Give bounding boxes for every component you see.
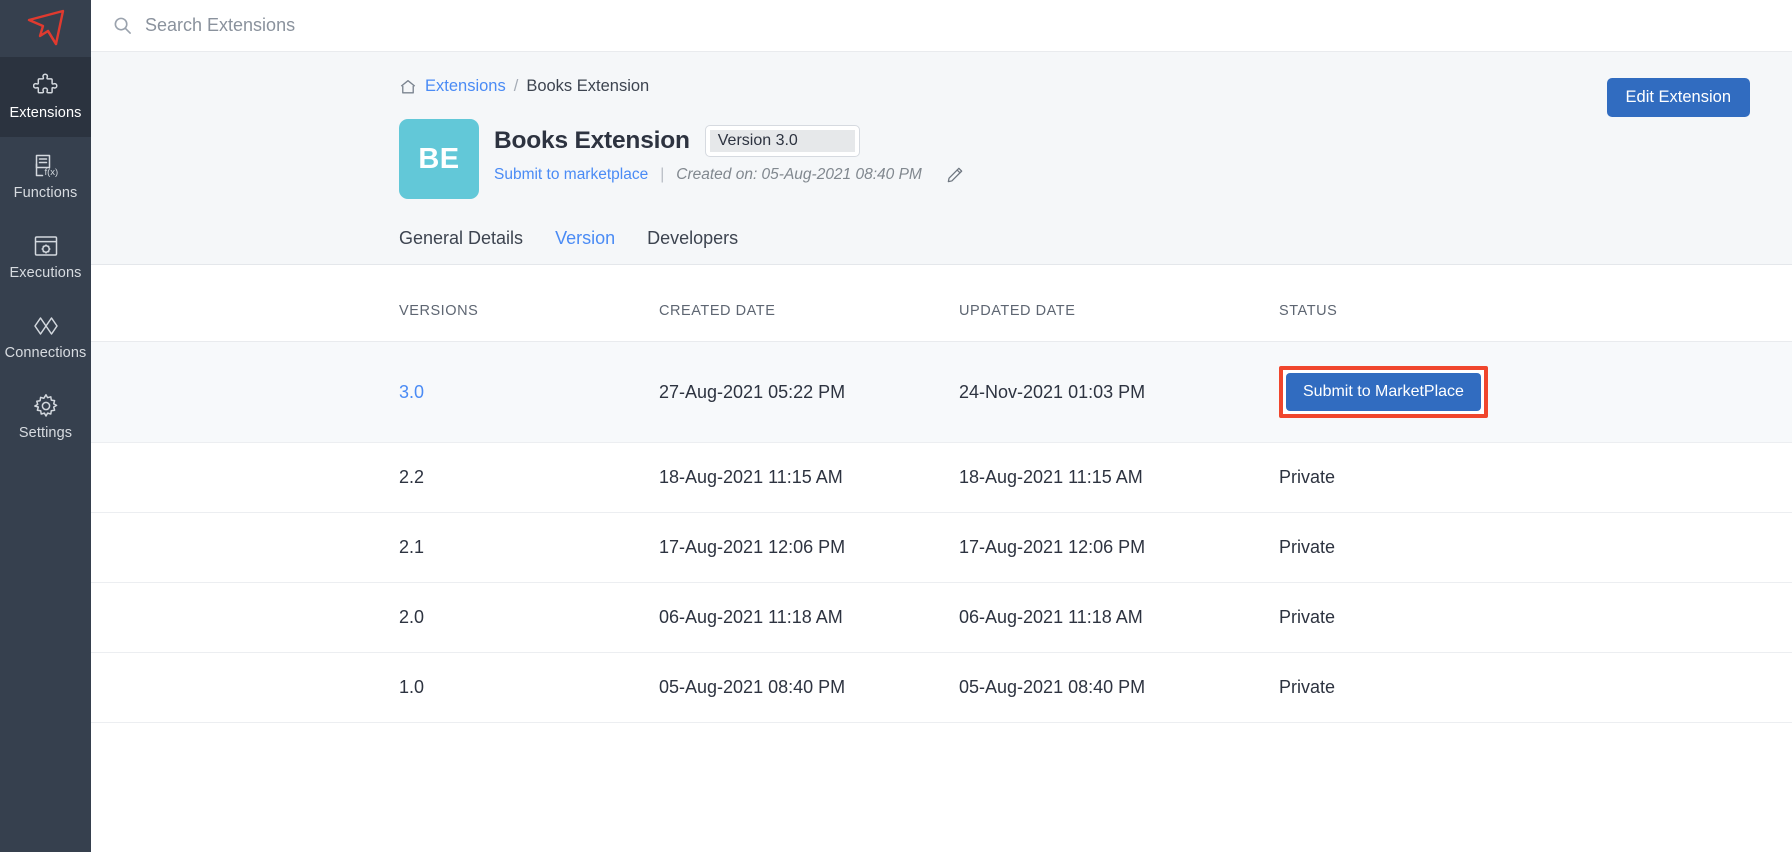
cell-created-date: 17-Aug-2021 12:06 PM — [659, 513, 959, 583]
breadcrumb-separator: / — [514, 77, 519, 96]
status-badge: Private — [1279, 537, 1335, 557]
sidebar-item-functions[interactable]: f(x) Functions — [0, 137, 91, 217]
sidebar-item-label: Extensions — [10, 106, 82, 121]
cell-version: 2.2 — [91, 443, 659, 513]
puzzle-piece-icon — [33, 73, 59, 99]
svg-text:f(x): f(x) — [44, 167, 58, 178]
version-select-value: Version 3.0 — [710, 130, 855, 152]
cell-updated-date: 18-Aug-2021 11:15 AM — [959, 443, 1279, 513]
gear-icon — [33, 393, 59, 419]
page-title: Books Extension — [494, 127, 690, 155]
status-badge: Private — [1279, 677, 1335, 697]
annotation-highlight-box: Submit to MarketPlace — [1279, 366, 1488, 418]
sidebar-item-executions[interactable]: Executions — [0, 217, 91, 297]
breadcrumb: Extensions / Books Extension — [399, 52, 1750, 96]
top-search-bar — [91, 0, 1792, 52]
tab-version[interactable]: Version — [555, 229, 615, 247]
extension-title-block: Books Extension Version 3.0 Submit to ma… — [494, 119, 964, 184]
version-text: 1.0 — [399, 677, 424, 697]
table-body: 3.0 27-Aug-2021 05:22 PM24-Nov-2021 01:03… — [91, 342, 1792, 723]
extension-title-row: BE Books Extension Version 3.0 Submit to… — [399, 96, 1750, 199]
app-logo[interactable] — [0, 0, 91, 57]
cell-created-date: 05-Aug-2021 08:40 PM — [659, 653, 959, 723]
cell-created-date: 27-Aug-2021 05:22 PM — [659, 342, 959, 443]
submit-to-marketplace-link[interactable]: Submit to marketplace — [494, 166, 648, 184]
table-header-row: VERSIONSCREATED DATEUPDATED DATESTATUS — [91, 265, 1792, 342]
search-input[interactable] — [145, 15, 575, 36]
version-text: 2.2 — [399, 467, 424, 487]
submit-to-marketplace-button[interactable]: Submit to MarketPlace — [1286, 373, 1481, 411]
tab-bar: General Details Version Developers — [399, 199, 1750, 264]
tab-general-details[interactable]: General Details — [399, 229, 523, 247]
cell-updated-date: 17-Aug-2021 12:06 PM — [959, 513, 1279, 583]
status-badge: Private — [1279, 607, 1335, 627]
versions-table-container: VERSIONSCREATED DATEUPDATED DATESTATUS 3… — [91, 265, 1792, 852]
cell-status: Private — [1279, 583, 1792, 653]
table-header-status: STATUS — [1279, 265, 1792, 342]
version-text: 2.0 — [399, 607, 424, 627]
cell-updated-date: 24-Nov-2021 01:03 PM — [959, 342, 1279, 443]
sidebar-item-connections[interactable]: Connections — [0, 297, 91, 377]
cell-updated-date: 05-Aug-2021 08:40 PM — [959, 653, 1279, 723]
sidebar-item-extensions[interactable]: Extensions — [0, 57, 91, 137]
meta-separator: | — [660, 166, 664, 184]
table-header-updated-date: UPDATED DATE — [959, 265, 1279, 342]
version-text: 2.1 — [399, 537, 424, 557]
search-icon — [113, 16, 132, 35]
breadcrumb-link-extensions[interactable]: Extensions — [425, 77, 506, 96]
home-icon[interactable] — [399, 78, 417, 96]
tab-developers[interactable]: Developers — [647, 229, 738, 247]
table-head: VERSIONSCREATED DATEUPDATED DATESTATUS — [91, 265, 1792, 342]
cell-status: Private — [1279, 443, 1792, 513]
edit-extension-button[interactable]: Edit Extension — [1607, 78, 1750, 117]
cell-version: 2.1 — [91, 513, 659, 583]
table-row: 2.1 17-Aug-2021 12:06 PM17-Aug-2021 12:06… — [91, 513, 1792, 583]
main-area: Extensions / Books Extension BE Books Ex… — [91, 0, 1792, 852]
version-link[interactable]: 3.0 — [399, 382, 424, 402]
status-badge: Private — [1279, 467, 1335, 487]
sidebar-item-label: Connections — [5, 346, 87, 361]
sidebar-item-settings[interactable]: Settings — [0, 377, 91, 457]
version-select[interactable]: Version 3.0 — [705, 125, 860, 157]
cell-status: Private — [1279, 513, 1792, 583]
created-on-text: Created on: 05-Aug-2021 08:40 PM — [676, 166, 922, 184]
function-fx-icon: f(x) — [33, 153, 59, 179]
cell-updated-date: 06-Aug-2021 11:18 AM — [959, 583, 1279, 653]
table-row: 2.2 18-Aug-2021 11:15 AM18-Aug-2021 11:15… — [91, 443, 1792, 513]
page-header: Extensions / Books Extension BE Books Ex… — [91, 52, 1792, 265]
connections-diamond-icon — [32, 313, 60, 339]
sidebar-nav-list: Extensions f(x) Functions Executions Connect… — [0, 57, 91, 457]
cell-version: 1.0 — [91, 653, 659, 723]
pencil-icon[interactable] — [934, 166, 964, 184]
breadcrumb-current: Books Extension — [526, 77, 649, 96]
cell-version: 3.0 — [91, 342, 659, 443]
executions-window-icon — [33, 233, 59, 259]
cell-version: 2.0 — [91, 583, 659, 653]
table-row: 3.0 27-Aug-2021 05:22 PM24-Nov-2021 01:03… — [91, 342, 1792, 443]
table-row: 2.0 06-Aug-2021 11:18 AM06-Aug-2021 11:18… — [91, 583, 1792, 653]
versions-table: VERSIONSCREATED DATEUPDATED DATESTATUS 3… — [91, 265, 1792, 723]
left-sidebar: Extensions f(x) Functions Executions Connect… — [0, 0, 91, 852]
sidebar-item-label: Functions — [14, 186, 78, 201]
app-root: Extensions f(x) Functions Executions Connect… — [0, 0, 1792, 852]
table-row: 1.0 05-Aug-2021 08:40 PM05-Aug-2021 08:40… — [91, 653, 1792, 723]
sidebar-item-label: Settings — [19, 426, 72, 441]
table-header-created-date: CREATED DATE — [659, 265, 959, 342]
cell-created-date: 18-Aug-2021 11:15 AM — [659, 443, 959, 513]
sidebar-item-label: Executions — [10, 266, 82, 281]
table-header-versions: VERSIONS — [91, 265, 659, 342]
cell-status: Submit to MarketPlace — [1279, 342, 1792, 443]
telescope-logo-icon — [23, 8, 69, 50]
cell-created-date: 06-Aug-2021 11:18 AM — [659, 583, 959, 653]
extension-avatar: BE — [399, 119, 479, 199]
cell-status: Private — [1279, 653, 1792, 723]
